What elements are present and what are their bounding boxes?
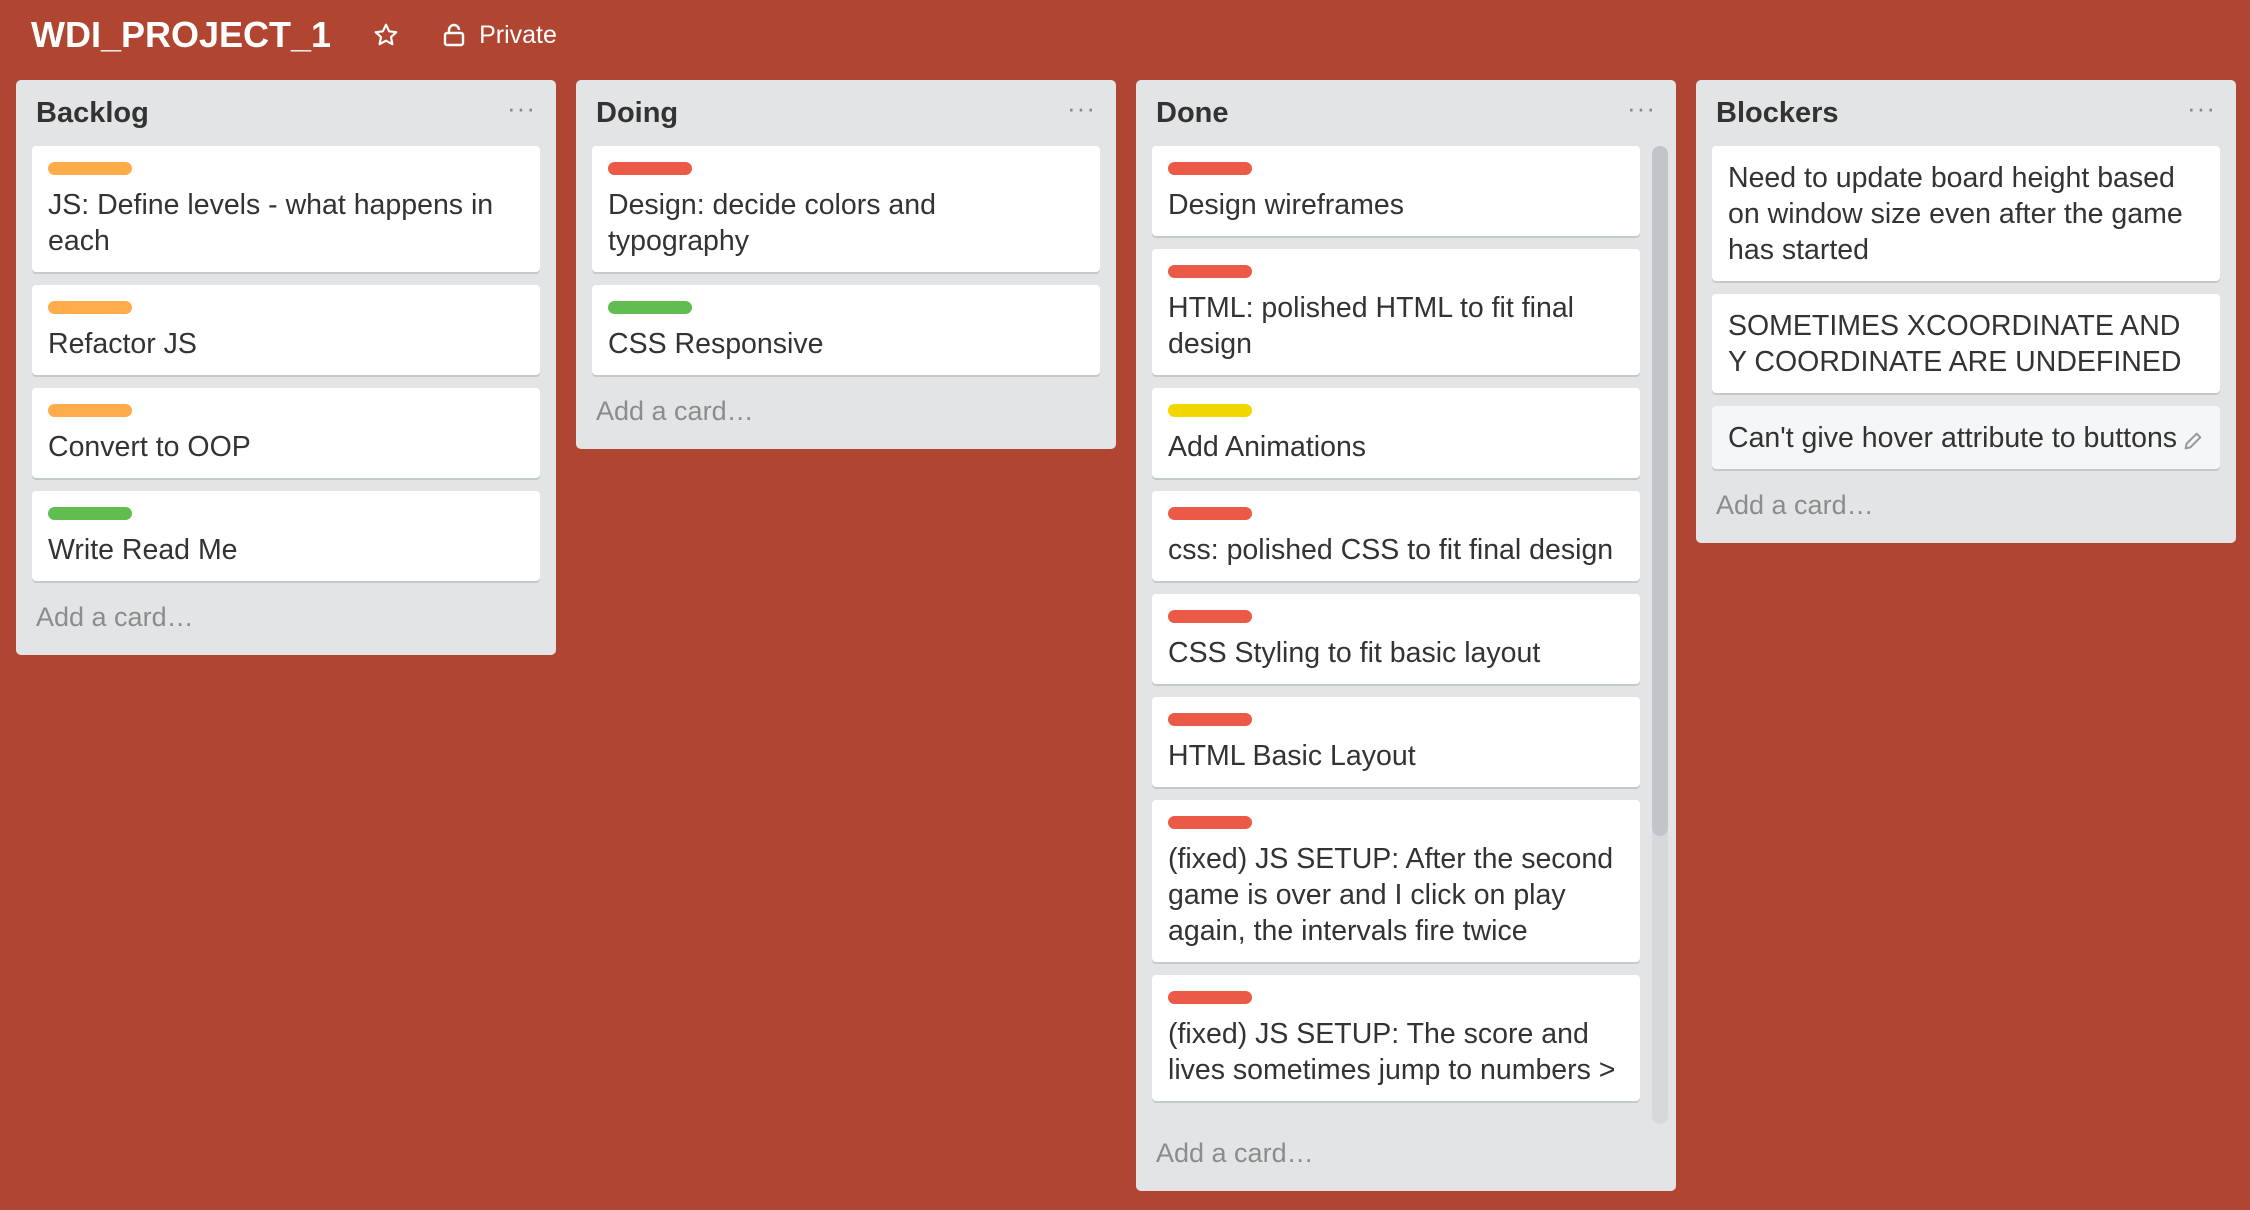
list-header: Backlog ··· [16,80,556,146]
card[interactable]: CSS Responsive [592,285,1100,375]
list-menu-button[interactable]: ··· [1627,95,1656,131]
add-card-button[interactable]: Add a card… [1136,1124,1676,1191]
card-title: Can't give hover attribute to buttons [1728,422,2178,454]
star-icon [373,22,399,48]
card-title: HTML Basic Layout [1168,740,1416,772]
list-doing: Doing ··· Design: decide colors and typo… [576,80,1116,449]
card-label-orange [48,404,132,417]
card[interactable]: HTML Basic Layout [1152,697,1640,787]
card-label-red [1168,991,1252,1004]
card-list: JS: Define levels - what happens in each… [16,146,556,581]
card-title: Refactor JS [48,328,197,360]
card[interactable]: css: polished CSS to fit final design [1152,491,1640,581]
card[interactable]: Refactor JS [32,285,540,375]
card[interactable]: HTML: polished HTML to fit final design [1152,249,1640,375]
card-label-orange [48,301,132,314]
card[interactable]: (fixed) JS SETUP: After the second game … [1152,800,1640,962]
board-header: WDI_PROJECT_1 Private [0,0,2250,70]
add-card-button[interactable]: Add a card… [1696,482,2236,543]
card-label-red [1168,816,1252,829]
card-title: CSS Styling to fit basic layout [1168,637,1541,669]
card-label-red [1168,610,1252,623]
card[interactable]: Write Read Me [32,491,540,581]
list-title[interactable]: Doing [596,97,678,130]
card[interactable]: Add Animations [1152,388,1640,478]
add-card-button[interactable]: Add a card… [16,594,556,655]
card-title: (fixed) JS SETUP: After the second game … [1168,843,1614,947]
card-scroll-area: Design wireframes HTML: polished HTML to… [1136,146,1676,1124]
list-backlog: Backlog ··· JS: Define levels - what hap… [16,80,556,655]
card-title: CSS Responsive [608,328,824,360]
pencil-icon[interactable] [2182,430,2204,457]
card-label-red [1168,713,1252,726]
list-header: Blockers ··· [1696,80,2236,146]
card-title: SOMETIMES XCOORDINATE AND Y COORDINATE A… [1728,310,2182,378]
list-header: Done ··· [1136,80,1676,146]
card-title: JS: Define levels - what happens in each [48,189,494,257]
add-card-button[interactable]: Add a card… [576,388,1116,449]
card[interactable]: (fixed) JS SETUP: The score and lives so… [1152,975,1640,1101]
card-title: Add Animations [1168,431,1367,463]
card-title: (fixed) JS SETUP: The score and lives so… [1168,1018,1616,1086]
card-label-red [1168,162,1252,175]
list-blockers: Blockers ··· Need to update board height… [1696,80,2236,543]
list-title[interactable]: Backlog [36,97,149,130]
card-title: Convert to OOP [48,431,251,463]
list-menu-button[interactable]: ··· [507,95,536,131]
card[interactable]: JS: Define levels - what happens in each [32,146,540,272]
card-label-red [608,162,692,175]
visibility-button[interactable]: Private [443,21,557,50]
card-label-green [48,507,132,520]
card-title: Design wireframes [1168,189,1404,221]
card[interactable]: Need to update board height based on win… [1712,146,2220,281]
card-title: HTML: polished HTML to fit final design [1168,292,1574,360]
card-list: Design: decide colors and typography CSS… [576,146,1116,375]
card[interactable]: Can't give hover attribute to buttons [1712,406,2220,469]
card-title: Need to update board height based on win… [1728,162,2183,266]
visibility-label: Private [479,20,557,49]
list-menu-button[interactable]: ··· [2187,95,2216,131]
card-title: Write Read Me [48,534,238,566]
list-title[interactable]: Done [1156,97,1229,130]
list-menu-button[interactable]: ··· [1067,95,1096,131]
card-list: Design wireframes HTML: polished HTML to… [1136,146,1676,1101]
star-button[interactable] [373,22,399,48]
card-label-red [1168,265,1252,278]
card[interactable]: Design: decide colors and typography [592,146,1100,272]
card-label-red [1168,507,1252,520]
list-header: Doing ··· [576,80,1116,146]
card-label-orange [48,162,132,175]
card[interactable]: CSS Styling to fit basic layout [1152,594,1640,684]
card-title: Design: decide colors and typography [608,189,936,257]
card[interactable]: Convert to OOP [32,388,540,478]
card-label-yellow [1168,404,1252,417]
scrollbar[interactable] [1652,146,1668,1124]
scrollbar-thumb[interactable] [1652,146,1668,836]
list-title[interactable]: Blockers [1716,97,1839,130]
lock-icon [443,23,465,47]
card-title: css: polished CSS to fit final design [1168,534,1614,566]
card-label-green [608,301,692,314]
card-list: Need to update board height based on win… [1696,146,2236,469]
board-title[interactable]: WDI_PROJECT_1 [31,14,331,56]
card[interactable]: SOMETIMES XCOORDINATE AND Y COORDINATE A… [1712,294,2220,393]
card[interactable]: Design wireframes [1152,146,1640,236]
list-done: Done ··· Design wireframes HTML: polishe… [1136,80,1676,1191]
